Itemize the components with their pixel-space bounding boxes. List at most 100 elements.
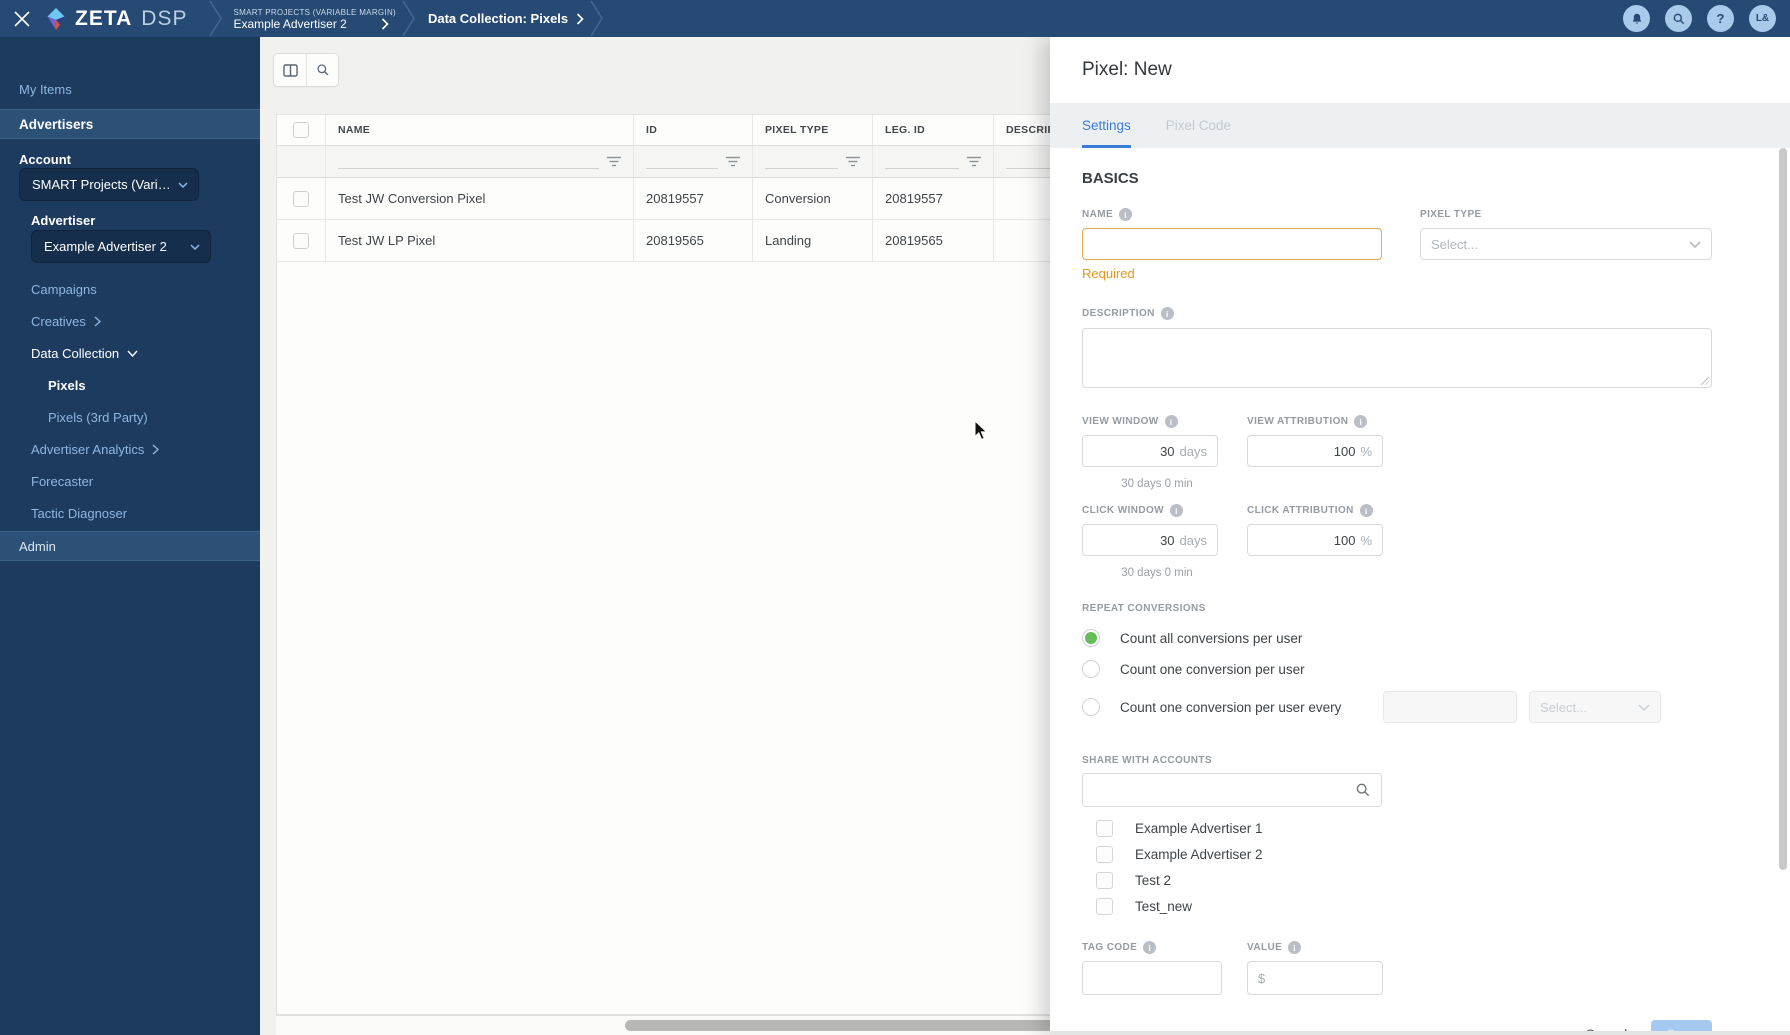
name-filter-input[interactable] — [338, 155, 599, 169]
tag-code-input[interactable] — [1082, 961, 1222, 995]
search-button[interactable] — [1665, 5, 1692, 32]
value-input[interactable]: $ — [1247, 961, 1383, 995]
info-icon[interactable]: i — [1119, 208, 1133, 221]
advertiser-analytics-label: Advertiser Analytics — [31, 442, 145, 457]
account-checkbox[interactable] — [1096, 897, 1113, 915]
view-attribution-input[interactable]: 100 % — [1247, 435, 1383, 467]
sidebar-item-pixels-3rd-party[interactable]: Pixels (3rd Party) — [48, 410, 308, 425]
click-window-unit: days — [1179, 532, 1207, 548]
panel-content: BASICS NAME i Required PIXEL TYPE Select… — [1050, 148, 1790, 1035]
cell-id: 20819565 — [634, 220, 753, 261]
account-select[interactable]: SMART Projects (Variable M... — [19, 168, 199, 201]
sidebar-item-pixels[interactable]: Pixels — [48, 378, 308, 393]
info-icon[interactable]: i — [1143, 941, 1157, 954]
filter-id-cell — [634, 146, 753, 177]
pixel-type-label-row: PIXEL TYPE — [1420, 208, 1712, 221]
row-checkbox-cell — [277, 178, 326, 219]
sidebar-section-admin[interactable]: Admin — [0, 531, 260, 561]
tag-code-label: TAG CODE — [1082, 942, 1138, 953]
info-icon[interactable]: i — [1288, 941, 1302, 954]
repeat-option-one[interactable]: Count one conversion per user — [1082, 660, 1712, 678]
horizontal-scrollbar-thumb[interactable] — [625, 1020, 1055, 1031]
view-window-input[interactable]: 30 days — [1082, 435, 1218, 467]
breadcrumb-page[interactable]: Data Collection: Pixels — [428, 11, 584, 26]
account-checkbox[interactable] — [1096, 819, 1113, 837]
sidebar-item-my-items[interactable]: My Items — [19, 82, 279, 97]
search-icon[interactable] — [1355, 782, 1371, 798]
info-icon[interactable]: i — [1354, 415, 1368, 428]
radio-unselected[interactable] — [1082, 660, 1100, 678]
cell-name[interactable]: Test JW LP Pixel — [326, 220, 634, 261]
row-checkbox-cell — [277, 220, 326, 261]
row-checkbox[interactable] — [293, 190, 309, 207]
id-filter-input[interactable] — [646, 155, 718, 169]
help-button[interactable]: ? — [1707, 5, 1734, 32]
column-header-name[interactable]: NAME — [326, 115, 634, 145]
sidebar-item-creatives[interactable]: Creatives — [31, 314, 291, 329]
table-toolbar — [273, 53, 339, 87]
close-icon[interactable] — [0, 0, 44, 37]
filter-icon[interactable] — [607, 156, 621, 167]
advertiser-select[interactable]: Example Advertiser 2 — [31, 230, 211, 263]
info-icon[interactable]: i — [1164, 415, 1178, 428]
info-icon[interactable]: i — [1170, 504, 1184, 517]
pixels-3rd-party-label: Pixels (3rd Party) — [48, 410, 148, 425]
breadcrumb-account[interactable]: SMART PROJECTS (VARIABLE MARGIN) Example… — [233, 0, 396, 37]
pixel-type-select[interactable]: Select... — [1420, 228, 1712, 260]
leg-id-filter-input[interactable] — [885, 155, 959, 169]
filter-icon[interactable] — [967, 156, 981, 167]
user-avatar[interactable]: L& — [1749, 5, 1776, 32]
breadcrumb-separator — [209, 0, 223, 37]
radio-unselected[interactable] — [1082, 698, 1100, 716]
view-window-label: VIEW WINDOW — [1082, 416, 1159, 427]
share-account-row[interactable]: Example Advertiser 1 — [1096, 819, 1712, 837]
view-attribution-value: 100 — [1333, 443, 1356, 459]
filter-icon[interactable] — [846, 156, 860, 167]
sidebar-item-tactic-diagnoser[interactable]: Tactic Diagnoser — [31, 506, 291, 521]
name-input[interactable] — [1082, 228, 1382, 260]
column-header-id[interactable]: ID — [634, 115, 753, 145]
tab-settings[interactable]: Settings — [1082, 103, 1131, 148]
repeat-every-amount-input[interactable] — [1383, 691, 1517, 723]
radio-selected[interactable] — [1082, 629, 1100, 647]
sidebar-section-advertisers[interactable]: Advertisers — [0, 109, 260, 139]
repeat-option-all[interactable]: Count all conversions per user — [1082, 629, 1712, 647]
sidebar-item-campaigns[interactable]: Campaigns — [31, 282, 291, 297]
info-icon[interactable]: i — [1160, 307, 1174, 320]
tab-pixel-code[interactable]: Pixel Code — [1166, 103, 1231, 148]
chevron-right-icon[interactable] — [381, 18, 389, 30]
share-account-row[interactable]: Test 2 — [1096, 871, 1712, 889]
click-window-input[interactable]: 30 days — [1082, 524, 1218, 556]
view-attribution-label-row: VIEW ATTRIBUTION i — [1247, 415, 1383, 428]
resize-handle-icon[interactable] — [1699, 375, 1709, 385]
avatar-initials: L& — [1755, 13, 1770, 24]
repeat-option-every[interactable]: Count one conversion per user every Sele… — [1082, 691, 1712, 723]
share-account-row[interactable]: Test_new — [1096, 897, 1712, 915]
repeat-every-unit-select[interactable]: Select... — [1529, 691, 1661, 723]
description-textarea[interactable] — [1082, 328, 1712, 388]
select-all-checkbox[interactable] — [293, 122, 309, 138]
zeta-dsp-logo[interactable]: ZETA DSP — [44, 7, 187, 31]
row-checkbox[interactable] — [293, 232, 309, 249]
sidebar-item-advertiser-analytics[interactable]: Advertiser Analytics — [31, 442, 291, 457]
share-account-row[interactable]: Example Advertiser 2 — [1096, 845, 1712, 863]
share-search-input[interactable] — [1082, 773, 1382, 807]
cell-name[interactable]: Test JW Conversion Pixel — [326, 178, 634, 219]
click-attribution-input[interactable]: 100 % — [1247, 524, 1383, 556]
campaigns-label: Campaigns — [31, 282, 97, 297]
name-required-message: Required — [1082, 266, 1135, 281]
sidebar-item-forecaster[interactable]: Forecaster — [31, 474, 291, 489]
account-checkbox[interactable] — [1096, 871, 1113, 889]
panel-scrollbar-thumb[interactable] — [1779, 148, 1787, 870]
table-search-button[interactable] — [306, 54, 338, 86]
notifications-button[interactable] — [1623, 5, 1650, 32]
filter-icon[interactable] — [726, 156, 740, 167]
pixel-type-filter-input[interactable] — [765, 155, 838, 169]
account-checkbox[interactable] — [1096, 845, 1113, 863]
column-header-leg-id[interactable]: LEG. ID — [873, 115, 994, 145]
chevron-right-icon[interactable] — [576, 12, 584, 25]
sidebar-item-data-collection[interactable]: Data Collection — [31, 346, 291, 361]
info-icon[interactable]: i — [1359, 504, 1373, 517]
column-header-pixel-type[interactable]: PIXEL TYPE — [753, 115, 873, 145]
filter-checkbox-cell — [277, 146, 326, 177]
